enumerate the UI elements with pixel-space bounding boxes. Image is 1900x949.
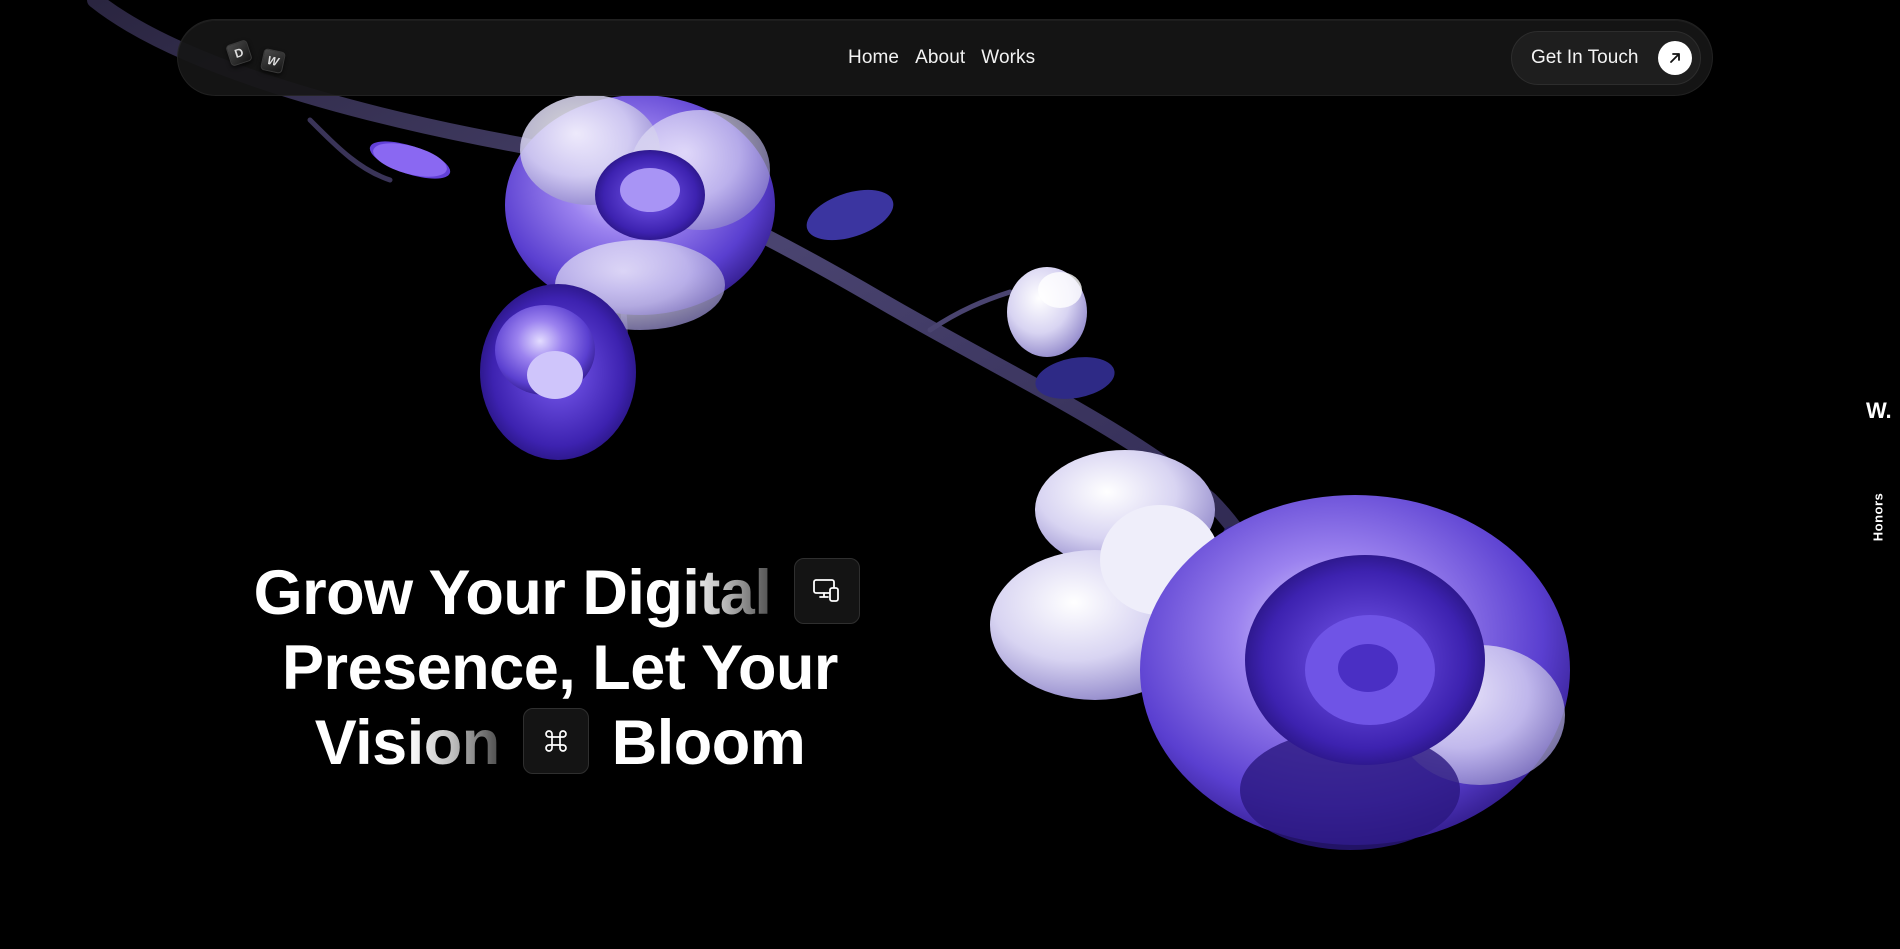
honors-tab[interactable]: Honors (1871, 493, 1886, 542)
get-in-touch-label: Get In Touch (1531, 47, 1639, 68)
hero-line-3: Vision Bloom (230, 706, 890, 781)
nav-item-home[interactable]: Home (848, 47, 899, 69)
hero-headline: Grow Your Digital Presence, Let Your Vis… (230, 556, 890, 781)
site-logo[interactable]: D W (225, 39, 288, 76)
rail-logo: W. (1866, 398, 1892, 423)
nav-item-about[interactable]: About (915, 47, 965, 69)
arrow-up-right-icon (1658, 41, 1692, 75)
hero-line-1-text: Grow Your Dig (253, 558, 683, 628)
hero-line-1: Grow Your Digital (230, 556, 890, 631)
hero-line-3-text-b: Bloom (611, 708, 806, 778)
command-icon (522, 708, 589, 775)
hero-flower-artwork (87, 0, 1570, 850)
get-in-touch-button[interactable]: Get In Touch (1511, 31, 1701, 85)
hero-line-3-text-a: Vis (314, 708, 407, 778)
logo-cube-d: D (225, 39, 253, 67)
nav-item-works[interactable]: Works (981, 47, 1035, 69)
devices-icon (794, 558, 861, 625)
hero-line-3-fade: ion (406, 708, 500, 778)
primary-nav: Home About Works (848, 47, 1035, 69)
logo-cube-w: W (259, 47, 287, 75)
hero-line-1-fade: ital (682, 558, 772, 628)
hero-line-2: Presence, Let Your (282, 633, 838, 703)
